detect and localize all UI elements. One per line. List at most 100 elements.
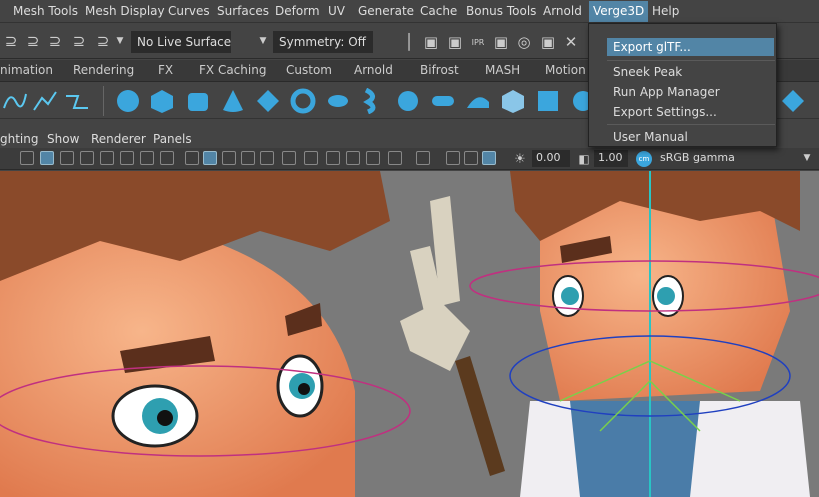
chevron-down-icon[interactable]: ▼ <box>800 151 814 165</box>
cube-icon[interactable] <box>149 88 175 114</box>
chevron-down-icon[interactable]: ▼ <box>115 33 125 49</box>
field-chart-icon[interactable] <box>120 151 134 165</box>
tab-rendering[interactable]: Rendering <box>73 63 134 77</box>
menu-uv[interactable]: UV <box>328 4 345 18</box>
tab-bifrost[interactable]: Bifrost <box>420 63 459 77</box>
tab-fx-caching[interactable]: FX Caching <box>199 63 266 77</box>
viewport-3d[interactable] <box>0 171 819 497</box>
safe-action-icon[interactable] <box>140 151 154 165</box>
tab-animation[interactable]: nimation <box>0 63 53 77</box>
menu-panels[interactable]: Panels <box>153 132 192 146</box>
exposure-icon: ☀ <box>514 151 526 167</box>
plane-icon[interactable] <box>255 88 281 114</box>
maya-window: Mesh Tools Mesh Display Curves Surfaces … <box>0 0 819 497</box>
menu-item-sneek-peak[interactable]: Sneek Peak <box>613 65 682 79</box>
smooth-shade-icon[interactable] <box>203 151 217 165</box>
menu-cache[interactable]: Cache <box>420 4 457 18</box>
menu-item-export-settings[interactable]: Export Settings... <box>613 105 717 119</box>
scene-render <box>0 171 819 497</box>
menu-surfaces[interactable]: Surfaces <box>217 4 269 18</box>
sphere-icon[interactable] <box>115 88 141 114</box>
menu-renderer[interactable]: Renderer <box>91 132 146 146</box>
gate-mask-icon[interactable] <box>100 151 114 165</box>
planar-icon[interactable] <box>395 88 421 114</box>
render-frame-icon[interactable]: ▣ <box>444 32 466 52</box>
anti-aliasing-icon[interactable] <box>366 151 380 165</box>
shelf-divider <box>103 86 104 116</box>
menu-curves[interactable]: Curves <box>168 4 210 18</box>
color-space-select[interactable]: sRGB gamma <box>656 150 819 167</box>
shadows-icon[interactable] <box>304 151 318 165</box>
render-view-icon[interactable]: ▣ <box>420 32 442 52</box>
xray-joints-icon[interactable] <box>446 151 460 165</box>
cone-icon[interactable] <box>220 88 246 114</box>
extrude-icon[interactable] <box>430 88 456 114</box>
xray-icon[interactable] <box>260 151 274 165</box>
verge3d-dropdown: Export glTF... Sneek Peak Run App Manage… <box>588 23 777 147</box>
ep-curve-icon[interactable] <box>32 88 58 114</box>
menu-item-user-manual[interactable]: User Manual <box>613 130 688 144</box>
right-iris-2 <box>657 287 675 305</box>
menu-verge3d[interactable]: Verge3D <box>589 1 649 22</box>
render-setup-icon[interactable]: ▣ <box>537 32 559 52</box>
depth-of-field-icon[interactable] <box>388 151 402 165</box>
menu-mesh-display[interactable]: Mesh Display <box>85 4 165 18</box>
two-sided-icon[interactable] <box>482 151 496 165</box>
chevron-down-icon[interactable]: ▼ <box>258 33 268 49</box>
hypershade-icon[interactable]: ◎ <box>513 32 535 52</box>
film-gate-icon[interactable] <box>60 151 74 165</box>
wireframe-on-shaded-icon[interactable] <box>241 151 255 165</box>
live-surface-field[interactable]: No Live Surface <box>131 31 231 53</box>
light-editor-icon[interactable]: ✕ <box>560 32 582 52</box>
cylinder-icon[interactable] <box>185 88 211 114</box>
menu-mesh-tools[interactable]: Mesh Tools <box>13 4 78 18</box>
combine-icon[interactable] <box>535 88 561 114</box>
snap-curve-icon[interactable]: ⊇ <box>24 32 42 50</box>
menu-deform[interactable]: Deform <box>275 4 320 18</box>
menu-item-export-gltf[interactable]: Export glTF... <box>613 40 691 54</box>
menu-generate[interactable]: Generate <box>358 4 414 18</box>
curve-tool-icon[interactable] <box>2 88 28 114</box>
tab-custom[interactable]: Custom <box>286 63 332 77</box>
camera-attributes-icon[interactable] <box>20 151 34 165</box>
isolate-select-icon[interactable] <box>416 151 430 165</box>
magnet-snap-icon[interactable]: ⊇ <box>2 32 20 50</box>
gamma-icon: ◧ <box>578 152 590 166</box>
menu-arnold[interactable]: Arnold <box>543 4 582 18</box>
lights-icon[interactable] <box>282 151 296 165</box>
snap-surface-icon[interactable]: ⊇ <box>94 32 112 50</box>
symmetry-field[interactable]: Symmetry: Off <box>273 31 373 53</box>
exposure-field[interactable]: 0.00 <box>532 150 570 167</box>
history-icon[interactable]: │ <box>400 32 418 52</box>
default-material-icon[interactable] <box>222 151 236 165</box>
safe-title-icon[interactable] <box>160 151 174 165</box>
menu-lighting[interactable]: ghting <box>0 132 38 146</box>
ipr-render-icon[interactable]: IPR <box>467 32 489 52</box>
xray-active-icon[interactable] <box>464 151 478 165</box>
boolean-icon[interactable] <box>500 88 526 114</box>
tab-mash[interactable]: MASH <box>485 63 520 77</box>
render-settings-icon[interactable]: ▣ <box>490 32 512 52</box>
revolve-icon[interactable] <box>325 88 351 114</box>
torus-icon[interactable] <box>290 88 316 114</box>
wireframe-icon[interactable] <box>185 151 199 165</box>
grid-toggle-icon[interactable] <box>40 151 54 165</box>
mirror-icon[interactable] <box>780 88 806 114</box>
motion-blur-icon[interactable] <box>346 151 360 165</box>
color-management-icon[interactable]: cm <box>636 151 652 167</box>
ambient-occlusion-icon[interactable] <box>326 151 340 165</box>
menu-help[interactable]: Help <box>652 4 679 18</box>
tab-motion[interactable]: Motion <box>545 63 586 77</box>
gamma-field[interactable]: 1.00 <box>594 150 628 167</box>
tab-arnold[interactable]: Arnold <box>354 63 393 77</box>
menu-item-run-app-manager[interactable]: Run App Manager <box>613 85 720 99</box>
snap-point-icon[interactable]: ⊇ <box>46 32 64 50</box>
loft-icon[interactable] <box>360 88 386 114</box>
menu-bonus-tools[interactable]: Bonus Tools <box>466 4 536 18</box>
tab-fx[interactable]: FX <box>158 63 173 77</box>
menu-show[interactable]: Show <box>47 132 79 146</box>
resolution-gate-icon[interactable] <box>80 151 94 165</box>
bezier-curve-icon[interactable] <box>64 88 90 114</box>
bevel-icon[interactable] <box>465 88 491 114</box>
snap-view-icon[interactable]: ⊇ <box>70 32 88 50</box>
